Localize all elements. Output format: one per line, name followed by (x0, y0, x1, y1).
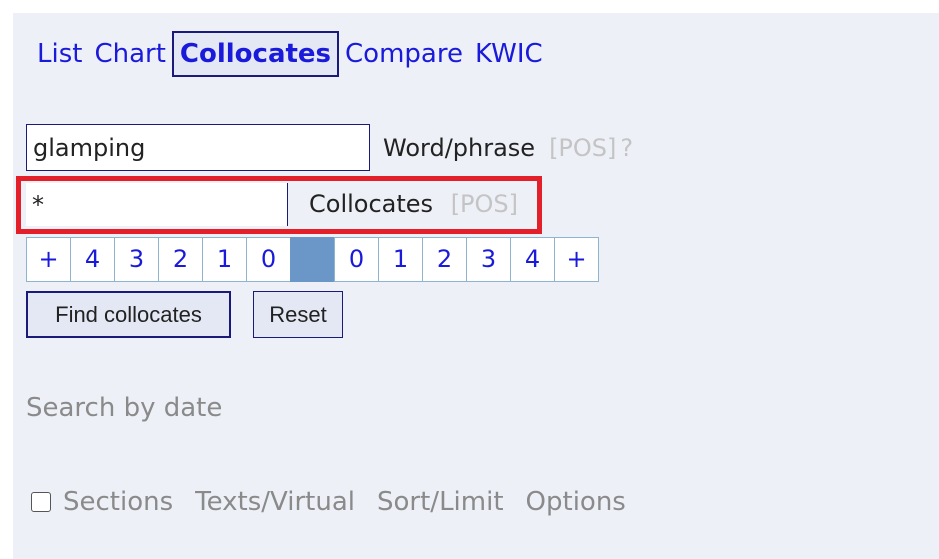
span-left-more[interactable]: + (26, 237, 71, 282)
sections-link[interactable]: Sections (63, 487, 173, 517)
span-right-0[interactable]: 0 (334, 237, 379, 282)
options-link[interactable]: Options (526, 487, 626, 517)
reset-button[interactable]: Reset (253, 291, 343, 338)
help-link[interactable]: ? (620, 134, 633, 162)
span-left-3[interactable]: 3 (114, 237, 159, 282)
word-phrase-label: Word/phrase (383, 133, 536, 162)
span-left-2[interactable]: 2 (158, 237, 203, 282)
options-row: Sections Texts/Virtual Sort/Limit Option… (31, 487, 648, 517)
word-row: Word/phrase [POS] ? (26, 124, 633, 171)
texts-virtual-link[interactable]: Texts/Virtual (195, 487, 355, 517)
span-right-more[interactable]: + (554, 237, 599, 282)
collocates-input[interactable] (26, 183, 288, 226)
word-phrase-input[interactable] (26, 124, 370, 171)
collocates-pos-link[interactable]: [POS] (451, 190, 518, 218)
tab-collocates[interactable]: Collocates (171, 31, 340, 77)
tab-list[interactable]: List (31, 31, 88, 77)
span-left-0[interactable]: 0 (246, 237, 291, 282)
search-by-date-link[interactable]: Search by date (26, 393, 222, 423)
collocates-label: Collocates (309, 190, 434, 218)
span-left-4[interactable]: 4 (70, 237, 115, 282)
tab-kwic[interactable]: KWIC (469, 31, 549, 77)
collocates-label-group: Collocates [POS] (309, 183, 518, 226)
tab-compare[interactable]: Compare (339, 31, 469, 77)
tab-bar: List Chart Collocates Compare KWIC (31, 31, 549, 77)
word-pos-link[interactable]: [POS] (549, 134, 616, 162)
span-right-1[interactable]: 1 (378, 237, 423, 282)
span-node (290, 237, 335, 282)
span-selector: + 4 3 2 1 0 0 1 2 3 4 + (26, 237, 599, 282)
span-right-2[interactable]: 2 (422, 237, 467, 282)
span-right-3[interactable]: 3 (466, 237, 511, 282)
search-panel: List Chart Collocates Compare KWIC Word/… (13, 13, 939, 559)
span-left-1[interactable]: 1 (202, 237, 247, 282)
sort-limit-link[interactable]: Sort/Limit (377, 487, 504, 517)
tab-chart[interactable]: Chart (88, 31, 171, 77)
sections-checkbox[interactable] (31, 492, 51, 512)
action-buttons: Find collocates Reset (26, 291, 343, 338)
find-collocates-button[interactable]: Find collocates (26, 291, 231, 338)
span-right-4[interactable]: 4 (510, 237, 555, 282)
